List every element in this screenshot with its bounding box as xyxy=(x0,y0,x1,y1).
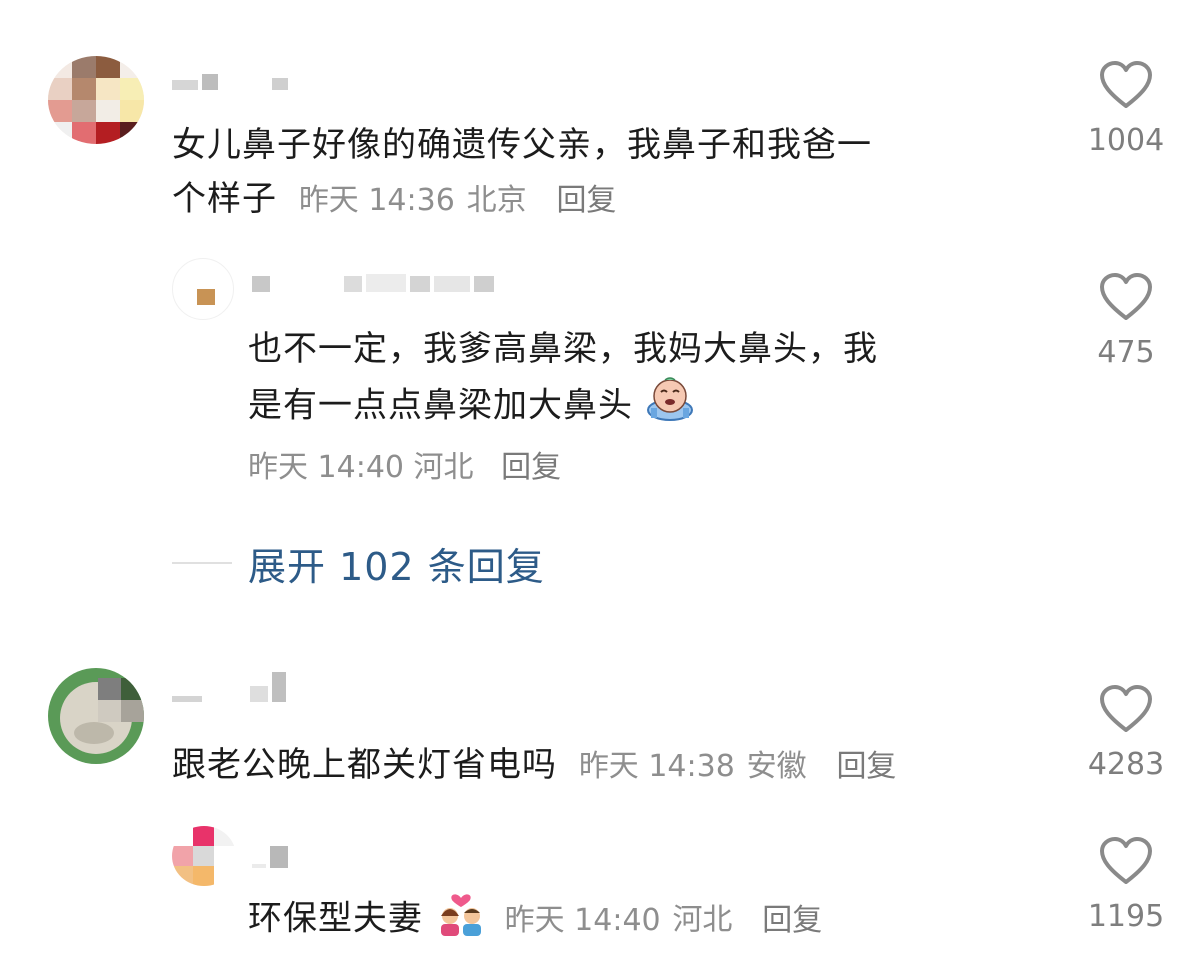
comment-time: 昨天 14:40 xyxy=(504,902,661,938)
like-count: 4283 xyxy=(1087,747,1165,782)
reply-button[interactable]: 回复 xyxy=(836,749,896,784)
heart-outline-icon xyxy=(1100,685,1152,732)
avatar[interactable] xyxy=(172,826,236,886)
comment-location: 北京 xyxy=(466,183,527,218)
reply-text: 环保型夫妻 昨天 14:40 河北 回复 xyxy=(248,888,1068,952)
crying-face-emoji xyxy=(645,376,695,438)
heart-outline-icon xyxy=(1100,837,1152,884)
like-button[interactable]: 1195 xyxy=(1066,836,1186,934)
reply-button[interactable]: 回复 xyxy=(501,450,561,485)
comment-time: 昨天 14:36 xyxy=(298,183,455,218)
like-count: 1195 xyxy=(1087,899,1165,934)
username-blurred[interactable] xyxy=(252,270,494,292)
heart-outline-icon xyxy=(1100,273,1152,320)
divider xyxy=(172,562,232,564)
like-count: 1004 xyxy=(1087,123,1165,158)
like-button[interactable]: 4283 xyxy=(1066,684,1186,782)
comment-location: 河北 xyxy=(672,902,733,938)
expand-replies-label[interactable]: 展开 102 条回复 xyxy=(248,536,545,591)
reply-button[interactable]: 回复 xyxy=(556,183,616,218)
username-blurred[interactable] xyxy=(252,846,288,868)
reply-text: 也不一定，我爹高鼻梁，我妈大鼻头，我 是有一点点鼻梁加大鼻头 xyxy=(248,322,1048,438)
comment-text: 跟老公晚上都关灯省电吗 昨天 14:38 安徽 回复 xyxy=(172,745,897,785)
like-button[interactable]: 1004 xyxy=(1066,60,1186,158)
reply-button[interactable]: 回复 xyxy=(762,903,822,938)
like-count: 475 xyxy=(1097,335,1155,370)
comment-text: 女儿鼻子好像的确遗传父亲，我鼻子和我爸一 个样子 昨天 14:36 北京 回复 xyxy=(172,125,872,219)
avatar[interactable] xyxy=(172,258,234,320)
username-blurred[interactable] xyxy=(172,672,286,702)
username-blurred[interactable] xyxy=(172,68,288,90)
expand-replies-button[interactable]: 展开 102 条回复 xyxy=(172,536,545,591)
comment-time: 昨天 14:40 xyxy=(248,450,404,485)
like-button[interactable]: 475 xyxy=(1066,272,1186,370)
comment-time: 昨天 14:38 xyxy=(578,749,735,784)
avatar[interactable] xyxy=(48,668,144,764)
couple-with-heart-emoji xyxy=(435,888,487,952)
heart-outline-icon xyxy=(1100,61,1152,108)
comment-location: 河北 xyxy=(413,450,474,485)
reply-meta: 昨天 14:40 河北 回复 xyxy=(248,448,561,488)
comment-location: 安徽 xyxy=(746,749,807,784)
avatar[interactable] xyxy=(48,56,144,144)
